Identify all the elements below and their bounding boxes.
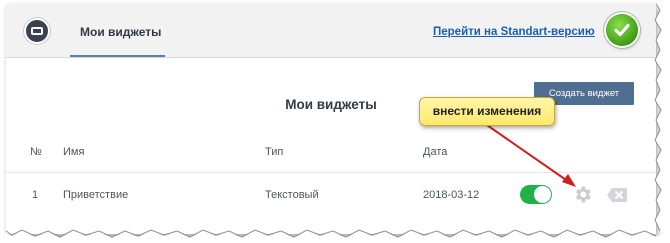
torn-paper-edge (0, 0, 670, 243)
